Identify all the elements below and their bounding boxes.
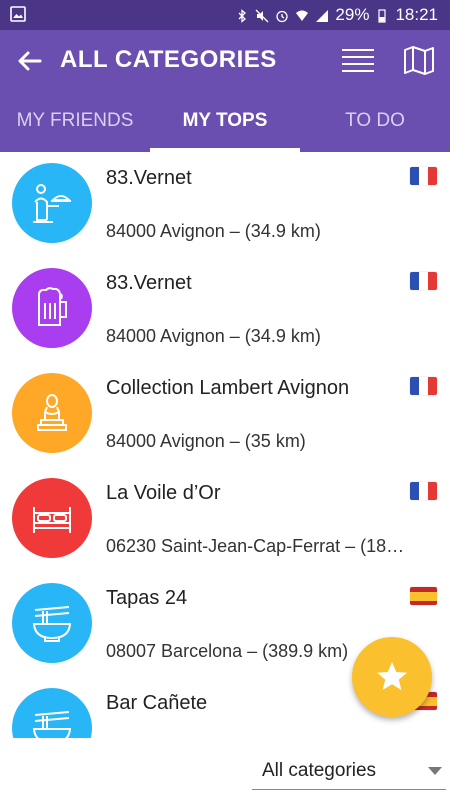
item-title: 83.Vernet [106, 272, 192, 294]
category-dropdown-value: All categories [262, 760, 377, 781]
item-title: Bar Cañete [106, 692, 208, 714]
spain-flag-icon [410, 587, 437, 605]
list-item[interactable]: Collection Lambert Avignon 84000 Avignon… [0, 362, 450, 467]
tab-to-do[interactable]: TO DO [300, 90, 450, 152]
signal-icon [315, 8, 329, 22]
category-avatar [12, 478, 92, 558]
favorite-fab-button[interactable] [352, 637, 432, 717]
category-avatar [12, 163, 92, 243]
category-avatar [12, 268, 92, 348]
app-bar: ALL CATEGORIES [0, 30, 450, 90]
wifi-icon [295, 8, 309, 22]
france-flag-icon [410, 272, 437, 290]
list-view-button[interactable] [340, 44, 376, 76]
map-view-button[interactable] [402, 44, 436, 76]
battery-icon [375, 8, 389, 23]
bluetooth-icon [235, 8, 249, 23]
clock: 18:21 [395, 5, 438, 24]
tab-my-friends[interactable]: MY FRIENDS [0, 90, 150, 152]
status-bar: 29% 18:21 [0, 0, 450, 30]
category-avatar [12, 373, 92, 453]
category-dropdown[interactable]: All categories [252, 752, 446, 790]
list-item[interactable]: 83.Vernet 84000 Avignon – (34.9 km) [0, 257, 450, 362]
category-avatar [12, 688, 92, 738]
map-icon [404, 46, 434, 75]
noodle-bowl-icon [32, 711, 72, 738]
list-item[interactable]: 83.Vernet 84000 Avignon – (34.9 km) [0, 152, 450, 257]
bed-icon [33, 507, 71, 533]
tab-my-tops[interactable]: MY TOPS [150, 90, 300, 152]
item-address: 06230 Saint-Jean-Cap-Ferrat – (18… [106, 536, 405, 556]
item-title: Collection Lambert Avignon [106, 377, 350, 399]
bust-statue-icon [37, 394, 67, 431]
beer-mug-icon [38, 287, 67, 326]
star-icon [377, 662, 407, 690]
france-flag-icon [410, 167, 437, 185]
dropdown-arrow-icon [428, 767, 442, 775]
item-address: 84000 Avignon – (34.9 km) [106, 221, 321, 241]
arrow-back-icon [18, 51, 42, 71]
list-menu-icon [342, 49, 374, 72]
item-title: Tapas 24 [106, 587, 188, 609]
item-address: 84000 Avignon – (34.9 km) [106, 326, 321, 346]
category-avatar [12, 583, 92, 663]
alarm-icon [275, 8, 289, 23]
france-flag-icon [410, 482, 437, 500]
back-button[interactable] [14, 45, 46, 77]
item-address: 08007 Barcelona – (389.9 km) [106, 641, 349, 661]
battery-percent: 29% [335, 5, 370, 24]
item-address: 84000 Avignon – (35 km) [106, 431, 306, 451]
france-flag-icon [410, 377, 437, 395]
noodle-bowl-icon [32, 606, 72, 642]
footer: All categories [0, 738, 450, 800]
item-title: La Voile d’Or [106, 482, 221, 504]
tab-bar: MY FRIENDS MY TOPS TO DO [0, 90, 450, 152]
list-item[interactable]: La Voile d’Or 06230 Saint-Jean-Cap-Ferra… [0, 467, 450, 572]
waiter-icon [33, 184, 72, 223]
mute-icon [255, 8, 269, 23]
gallery-notification-icon [10, 6, 26, 22]
page-title: ALL CATEGORIES [60, 46, 277, 73]
item-title: 83.Vernet [106, 167, 192, 189]
